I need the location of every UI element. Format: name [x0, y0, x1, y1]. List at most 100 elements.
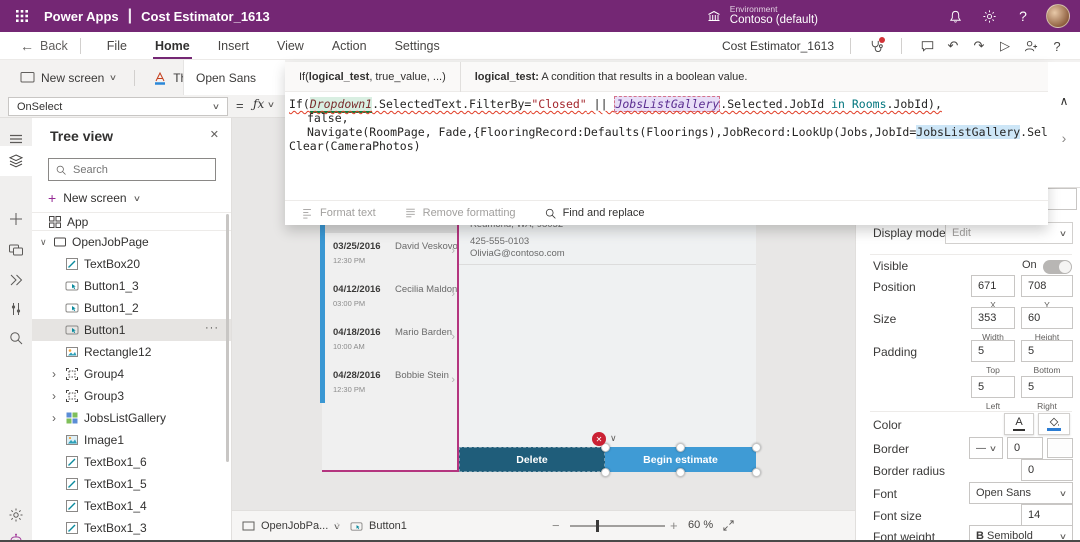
size-height-input[interactable]: 60 [1021, 307, 1073, 329]
collapse-formula-bar-button chevron-up-icon[interactable]: ∧ [1048, 94, 1080, 108]
waffle-menu-icon[interactable] [0, 0, 44, 32]
insert-icon[interactable] [0, 204, 32, 234]
data-icon[interactable] [0, 235, 32, 265]
chevron-down-icon[interactable]: ∨ [610, 433, 617, 444]
menu-item-insert[interactable]: Insert [204, 32, 263, 60]
zoom-slider-handle[interactable] [596, 520, 599, 532]
tree-view-icon[interactable] [0, 146, 32, 176]
next-error-button chevron-right-icon[interactable]: › [1048, 130, 1080, 146]
environment-switcher[interactable]: Environment Contoso (default) [706, 5, 818, 27]
gallery-item[interactable]: 04/18/2016Mario Barden10:00 AM› [325, 323, 457, 363]
gallery-item[interactable]: 03/25/2016David Veskovo12:30 PM› [325, 237, 457, 277]
visible-toggle[interactable] [1043, 260, 1072, 274]
tree-item-group4[interactable]: ›Group4 [32, 363, 231, 385]
menu-item-view[interactable]: View [263, 32, 318, 60]
screen-selector[interactable]: OpenJobPa... ∨ [242, 511, 340, 541]
settings-button[interactable] [972, 0, 1006, 32]
selection-handle[interactable] [601, 468, 610, 477]
help-button[interactable]: ? [1006, 0, 1040, 32]
font-size-input[interactable]: 14 [1021, 504, 1073, 526]
new-screen-button[interactable]: New screen ∨ [14, 71, 122, 85]
text-color-button[interactable]: A [1004, 413, 1034, 435]
power-automate-icon[interactable] [0, 265, 32, 295]
chevron-right-icon[interactable]: › [52, 411, 65, 425]
gallery-item[interactable]: 04/28/2016Bobbie Stein12:30 PM› [325, 366, 457, 406]
find-and-replace-button[interactable]: Find and replace [544, 207, 645, 220]
tree-scrollbar[interactable] [226, 214, 229, 462]
close-icon[interactable]: ✕ [210, 128, 219, 141]
help-menu-button[interactable]: ? [1044, 32, 1070, 60]
padding-left-input[interactable]: 5 [971, 376, 1015, 398]
position-y-input[interactable]: 708 [1021, 275, 1073, 297]
selection-handle[interactable] [752, 468, 761, 477]
tree-item-image1[interactable]: Image1 [32, 429, 231, 451]
search-input[interactable] [73, 164, 193, 176]
undo-button[interactable]: ↶ [940, 32, 966, 60]
share-button[interactable] [1018, 32, 1044, 60]
tree-item-textbox1_6[interactable]: TextBox1_6 [32, 451, 231, 473]
notifications-button[interactable] [938, 0, 972, 32]
tree-item-textbox20[interactable]: TextBox20 [32, 253, 231, 275]
tree-item-group3[interactable]: ›Group3 [32, 385, 231, 407]
tree-view-panel: Tree view ✕ + New screen ∨ App∨OpenJobPa… [32, 118, 232, 540]
fx-dropdown[interactable]: ƒx ∨ [253, 97, 274, 111]
formula-editor[interactable]: If(Dropdown1.SelectedText.FilterBy="Clos… [285, 92, 1048, 200]
media-icon[interactable] [0, 294, 32, 324]
font-dropdown[interactable]: Open Sans ∨ [969, 482, 1073, 504]
fill-color-button[interactable] [1038, 413, 1070, 435]
play-button[interactable]: ▷ [992, 32, 1018, 60]
tree-item-textbox1_3[interactable]: TextBox1_3 [32, 517, 231, 539]
delete-button[interactable]: Delete [459, 447, 605, 472]
tree-search-box[interactable] [48, 158, 216, 181]
fit-to-window-button[interactable] [722, 519, 735, 532]
remove-formatting-button[interactable]: Remove formatting [404, 207, 516, 219]
menu-item-settings[interactable]: Settings [381, 32, 454, 60]
tree-item-jobslistgallery[interactable]: ›JobsListGallery [32, 407, 231, 429]
tree-item-rectangle12[interactable]: Rectangle12 [32, 341, 231, 363]
border-radius-input[interactable]: 0 [1021, 459, 1073, 481]
padding-top-input[interactable]: 5 [971, 340, 1015, 362]
tree-new-screen-button[interactable]: + New screen ∨ [48, 190, 139, 206]
menu-item-file[interactable]: File [93, 32, 141, 60]
error-badge[interactable]: ✕ [592, 432, 606, 446]
selection-handle[interactable] [676, 443, 685, 452]
chevron-right-icon[interactable]: › [52, 367, 65, 381]
tree-item-button1[interactable]: Button1··· [32, 319, 231, 341]
redo-button[interactable]: ↷ [966, 32, 992, 60]
search-icon[interactable] [0, 323, 32, 353]
tree-item-openjobpage[interactable]: ∨OpenJobPage [32, 231, 231, 253]
display-mode-dropdown[interactable]: Edit ∨ [945, 222, 1073, 244]
selected-control-breadcrumb[interactable]: Button1 [350, 511, 407, 541]
font-family-dropdown[interactable]: Open Sans [183, 60, 285, 95]
border-width-input[interactable]: 0 [1007, 437, 1043, 459]
property-selector[interactable]: OnSelect ∨ [8, 97, 228, 116]
chevron-right-icon[interactable]: › [52, 389, 65, 403]
tree-item-button1_2[interactable]: Button1_2 [32, 297, 231, 319]
menu-item-home[interactable]: Home [141, 32, 204, 60]
avatar[interactable] [1046, 4, 1070, 28]
code-token: Clear(CameraPhotos) [289, 139, 421, 153]
menu-item-action[interactable]: Action [318, 32, 381, 60]
padding-right-input[interactable]: 5 [1021, 376, 1073, 398]
border-style-dropdown[interactable]: — ∨ [969, 437, 1003, 459]
border-color-swatch[interactable] [1047, 438, 1073, 458]
chevron-down-icon[interactable]: ∨ [40, 237, 53, 248]
more-options-icon[interactable]: ··· [205, 322, 219, 334]
comments-button[interactable] [914, 32, 940, 60]
zoom-out-button[interactable]: − [552, 518, 560, 533]
size-width-input[interactable]: 353 [971, 307, 1015, 329]
selection-handle[interactable] [752, 443, 761, 452]
tree-item-textbox1_5[interactable]: TextBox1_5 [32, 473, 231, 495]
tree-item-app[interactable]: App [32, 212, 231, 231]
gallery-item[interactable]: 04/12/2016Cecilia Maldonado03:00 PM› [325, 280, 457, 320]
position-x-input[interactable]: 671 [971, 275, 1015, 297]
back-button[interactable]: ← Back [20, 38, 68, 54]
zoom-slider-track[interactable] [570, 525, 665, 527]
padding-bottom-input[interactable]: 5 [1021, 340, 1073, 362]
selection-handle[interactable] [676, 468, 685, 477]
tree-item-button1_3[interactable]: Button1_3 [32, 275, 231, 297]
format-text-button[interactable]: Format text [301, 207, 376, 219]
zoom-in-button[interactable]: + [670, 518, 678, 533]
tree-item-textbox1_4[interactable]: TextBox1_4 [32, 495, 231, 517]
app-checker-button[interactable] [863, 32, 889, 60]
